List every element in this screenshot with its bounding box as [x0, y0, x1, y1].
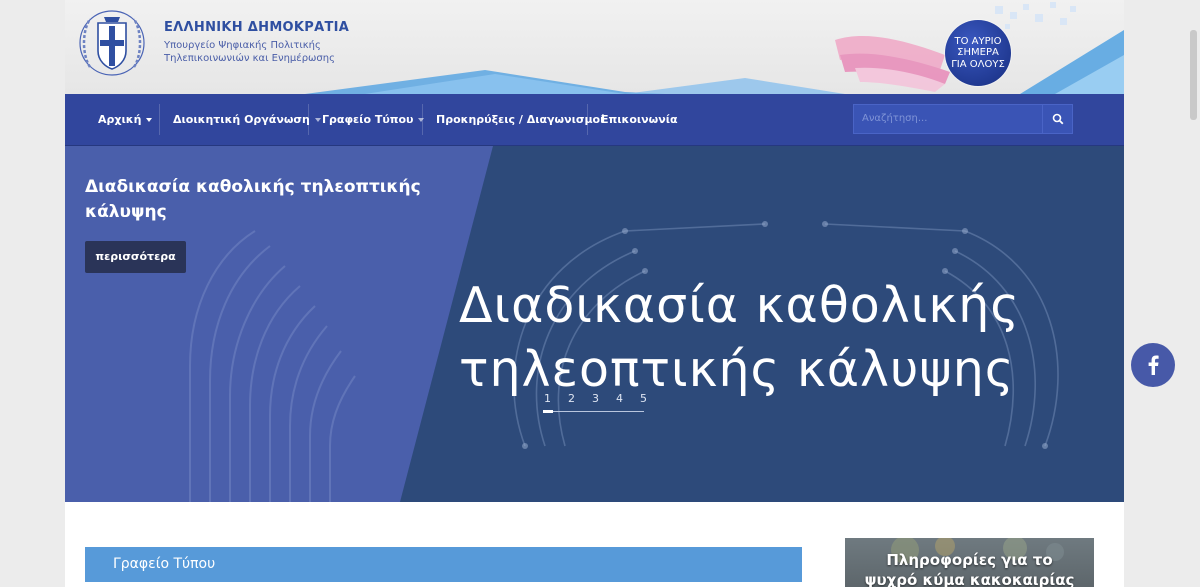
- brand-subtitle-line1: Υπουργείο Ψηφιακής Πολιτικής: [164, 40, 321, 51]
- search-icon: [1052, 113, 1063, 125]
- slide-5-button[interactable]: 5: [640, 392, 647, 405]
- hero-slider: Διαδικασία καθολικής τηλεοπτικής κάλυψης…: [65, 146, 1124, 502]
- nav-item-home[interactable]: Αρχική: [98, 94, 153, 145]
- slogan-line3: ΓΙΑ ΟΛΟΥΣ: [951, 58, 1005, 70]
- scrollbar-thumb[interactable]: [1190, 30, 1197, 120]
- nav-separator: [422, 104, 423, 135]
- nav-item-administration[interactable]: Διοικητική Οργάνωση: [173, 94, 321, 145]
- nav-item-label: Αρχική: [98, 113, 142, 126]
- weather-card-line1: Πληροφορίες για το: [886, 551, 1053, 569]
- brand-subtitle: Υπουργείο Ψηφιακής Πολιτικής Τηλεπικοινω…: [164, 39, 335, 65]
- brand-subtitle-line2: Τηλεπικοινωνιών και Ενημέρωσης: [164, 53, 335, 64]
- slider-pagination: 1 2 3 4 5: [543, 392, 647, 416]
- hero-title: Διαδικασία καθολικής τηλεοπτικής κάλυψης: [85, 177, 421, 222]
- weather-info-card[interactable]: Πληροφορίες για το ψυχρό κύμα κακοκαιρία…: [845, 538, 1094, 587]
- nav-item-label: Επικοινωνία: [601, 113, 678, 126]
- slide-3-button[interactable]: 3: [592, 392, 599, 405]
- weather-card-title: Πληροφορίες για το ψυχρό κύμα κακοκαιρία…: [845, 550, 1094, 587]
- slide-4-button[interactable]: 4: [616, 392, 623, 405]
- slogan-line1: ΤΟ ΑΥΡΙΟ: [954, 35, 1002, 47]
- nav-separator: [587, 104, 588, 135]
- press-office-heading[interactable]: Γραφείο Τύπου: [85, 547, 802, 582]
- hero-banner-text: Διαδικασία καθολικής τηλεοπτικής κάλυψης: [459, 274, 1119, 402]
- slogan-line2: ΣΗΜΕΡΑ: [957, 47, 999, 59]
- nav-item-press-office[interactable]: Γραφείο Τύπου: [322, 94, 425, 145]
- brand-title[interactable]: ΕΛΛΗΝΙΚΗ ΔΗΜΟΚΡΑΤΙΑ: [164, 20, 349, 35]
- main-nav: Αρχική Διοικητική Οργάνωση Γραφείο Τύπου…: [65, 94, 1124, 146]
- slider-active-indicator: [543, 410, 553, 413]
- caret-down-icon: [314, 118, 321, 122]
- hero-banner-line1: Διαδικασία καθολικής: [459, 277, 1021, 334]
- slider-track: [543, 411, 644, 412]
- nav-item-tenders[interactable]: Προκηρύξεις / Διαγωνισμοί: [436, 94, 604, 145]
- emblem-icon: [79, 10, 145, 76]
- nav-item-label: Γραφείο Τύπου: [322, 113, 414, 126]
- facebook-share-button[interactable]: [1131, 343, 1175, 387]
- site-header: ΕΛΛΗΝΙΚΗ ΔΗΜΟΚΡΑΤΙΑ Υπουργείο Ψηφιακής Π…: [65, 0, 1124, 94]
- nav-item-label: Διοικητική Οργάνωση: [173, 113, 310, 126]
- nav-separator: [159, 104, 160, 135]
- more-button[interactable]: περισσότερα: [85, 241, 186, 273]
- nav-item-contact[interactable]: Επικοινωνία: [601, 94, 678, 145]
- slide-1-button[interactable]: 1: [544, 392, 551, 405]
- search-input[interactable]: Αναζήτηση...: [853, 104, 1043, 134]
- caret-down-icon: [146, 118, 153, 122]
- page: ΕΛΛΗΝΙΚΗ ΔΗΜΟΚΡΑΤΙΑ Υπουργείο Ψηφιακής Π…: [65, 0, 1124, 587]
- weather-card-line2: ψυχρό κύμα κακοκαιρίας: [864, 571, 1075, 587]
- slide-2-button[interactable]: 2: [568, 392, 575, 405]
- search-button[interactable]: [1043, 104, 1073, 134]
- facebook-icon: [1148, 355, 1159, 375]
- slogan-badge: ΤΟ ΑΥΡΙΟ ΣΗΜΕΡΑ ΓΙΑ ΟΛΟΥΣ: [945, 20, 1011, 86]
- page-scrollbar[interactable]: [1187, 0, 1200, 587]
- nav-separator: [308, 104, 309, 135]
- nav-item-label: Προκηρύξεις / Διαγωνισμοί: [436, 113, 605, 126]
